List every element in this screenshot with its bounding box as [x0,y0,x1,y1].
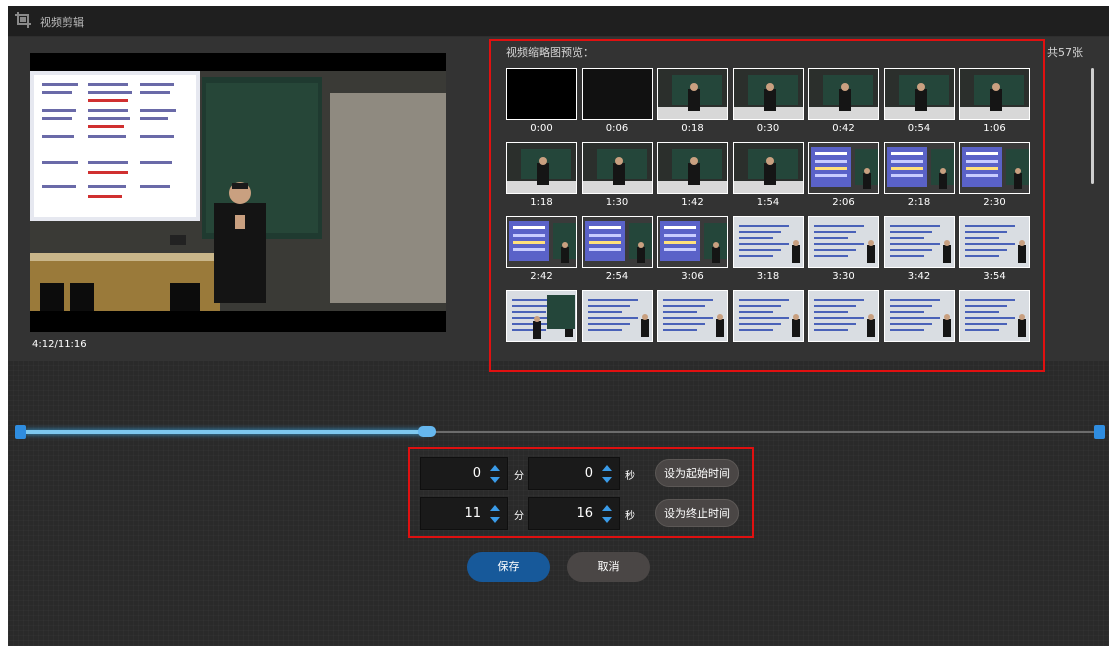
video-player[interactable] [30,53,446,332]
thumbnail-highlight-box [489,39,1045,372]
trim-end-handle[interactable] [1094,425,1105,439]
video-frame [30,53,446,332]
playback-time: 4:12/11:16 [32,339,87,350]
time-range-highlight-box [408,447,754,538]
cancel-button[interactable]: 取消 [567,552,650,582]
playhead-handle[interactable] [417,426,436,437]
trim-start-handle[interactable] [15,425,26,439]
timeline-track[interactable] [432,431,1104,433]
timeline-progress [24,430,427,434]
save-button[interactable]: 保存 [467,552,550,582]
title-bar: 视频剪辑 [8,6,1109,37]
thumbnail-scrollbar[interactable] [1091,68,1094,184]
thumbnail-count: 共57张 [1047,46,1083,59]
window-title: 视频剪辑 [40,16,84,29]
video-crop-icon [15,12,31,28]
video-editor-window: 视频剪辑 4:12/11:16 视频缩略图预览： 共57张 0:00 0:06 … [8,6,1109,646]
